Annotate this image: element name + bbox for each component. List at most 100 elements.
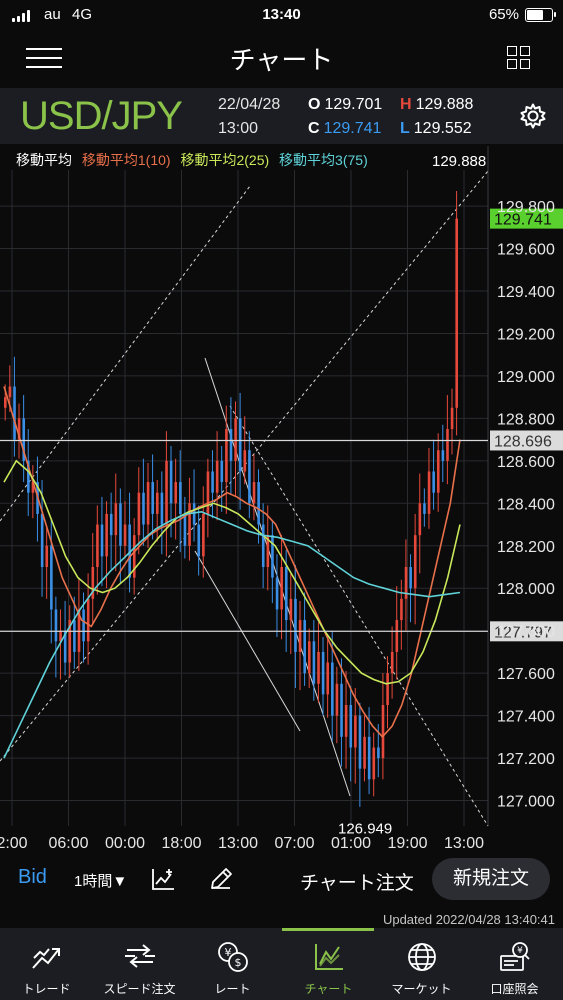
tab-label-trade: トレード xyxy=(22,982,71,996)
candle-body xyxy=(289,598,293,621)
close-price: C 129.741 xyxy=(308,120,381,138)
candle-body xyxy=(450,407,454,430)
tab-rate[interactable]: ¥ $ レート xyxy=(186,928,279,1000)
candle-body xyxy=(109,513,113,536)
x-tick-label: 13:00 xyxy=(444,835,484,852)
candle-body xyxy=(86,598,90,642)
candle-body xyxy=(358,715,362,769)
currency-pair[interactable]: USD/JPY xyxy=(20,94,183,139)
candle-body xyxy=(257,482,260,525)
bid-toggle[interactable]: Bid xyxy=(18,866,47,889)
tab-speed-order[interactable]: スピード注文 xyxy=(93,928,186,1000)
grid-layout-icon[interactable] xyxy=(507,46,531,70)
candle-body xyxy=(331,662,334,716)
candle-body xyxy=(174,482,178,504)
candle-body xyxy=(165,460,168,525)
chart-canvas[interactable]: 128.696127.797129.741 129.800129.600129.… xyxy=(0,146,563,860)
candle-body xyxy=(344,704,348,737)
tab-label-market: マーケット xyxy=(391,982,452,996)
candle-body xyxy=(423,503,426,514)
low-value: 129.552 xyxy=(413,120,472,137)
price-chart[interactable]: 128.696 127.797 129.741 129.800 129.600 129.… xyxy=(0,146,563,860)
y-tick-label: 128.200 xyxy=(497,539,555,556)
candle-body xyxy=(418,503,422,536)
high-price: H 129.888 xyxy=(400,96,473,114)
candle-body xyxy=(179,482,182,514)
svg-text:$: $ xyxy=(235,956,242,969)
y-tick-label: 127.000 xyxy=(497,794,555,811)
indicator-add-icon[interactable] xyxy=(150,866,176,892)
candle-body xyxy=(308,641,311,674)
candle-body xyxy=(284,566,288,621)
status-clock: 13:40 xyxy=(262,6,301,23)
candle-body xyxy=(446,429,449,461)
hline-price-label: 128.696 xyxy=(494,433,552,450)
ma-legend-title: 移動平均 xyxy=(16,152,72,168)
candle-body xyxy=(381,704,385,759)
ma2-legend: 移動平均2(25) xyxy=(180,152,270,168)
candle-body xyxy=(54,609,58,642)
candle-body xyxy=(400,598,403,621)
candle-body xyxy=(436,450,440,493)
candle-body xyxy=(197,524,201,557)
y-tick-label: 129.600 xyxy=(497,242,555,259)
candle-body xyxy=(234,418,237,461)
candle-body xyxy=(4,397,7,408)
x-tick-label: 19:00 xyxy=(387,835,427,852)
candle-body xyxy=(386,673,389,705)
candle-body xyxy=(455,218,458,408)
new-order-button[interactable]: 新規注文 xyxy=(432,858,550,900)
candle-body xyxy=(82,609,85,642)
tab-market[interactable]: マーケット xyxy=(375,928,468,1000)
candle-body xyxy=(100,524,104,557)
globe-icon xyxy=(408,943,436,971)
candle-body xyxy=(169,460,173,504)
candle-body xyxy=(13,386,16,440)
chart-order-button[interactable]: チャート注文 xyxy=(300,868,414,895)
candle-body xyxy=(206,471,210,514)
candle-body xyxy=(340,683,343,737)
y-tick-label: 129.200 xyxy=(497,326,555,343)
candle-body xyxy=(427,471,431,514)
trade-chart-icon xyxy=(32,948,60,969)
status-bar: au 4G 13:40 65% xyxy=(0,0,563,30)
y-tick-label: 129.000 xyxy=(497,369,555,386)
high-value: 129.888 xyxy=(415,96,474,113)
gear-icon[interactable] xyxy=(519,102,547,130)
candle-body xyxy=(317,651,320,684)
y-tick-label: 127.200 xyxy=(497,751,555,768)
y-tick-label: 127.400 xyxy=(497,709,555,726)
moving-average-legend[interactable]: 移動平均 移動平均1(10) 移動平均2(25) 移動平均3(75) xyxy=(16,150,374,170)
open-value: 129.701 xyxy=(324,96,383,113)
candle-body xyxy=(303,620,306,674)
candle-body xyxy=(354,715,357,748)
candle-body xyxy=(377,747,380,759)
y-tick-label: 127.600 xyxy=(497,666,555,683)
candle-body xyxy=(119,503,122,546)
candle-body xyxy=(252,482,256,504)
page-title: チャート xyxy=(229,45,334,75)
timeframe-select[interactable]: 1時間▼ xyxy=(74,870,127,891)
candle-body xyxy=(142,492,145,525)
tab-chart[interactable]: チャート xyxy=(282,928,375,1000)
candle-body xyxy=(363,736,366,769)
tab-trade[interactable]: トレード xyxy=(0,928,93,1000)
x-tick-label: 01:00 xyxy=(331,835,371,852)
tab-account[interactable]: ¥ 口座照会 xyxy=(468,928,561,1000)
x-tick-label: 13:00 xyxy=(218,835,258,852)
candle-body xyxy=(220,460,224,483)
x-tick-label: 2:00 xyxy=(0,835,28,852)
y-tick-label: 129.800 xyxy=(497,199,555,216)
y-tick-label: 128.800 xyxy=(497,411,555,428)
tab-bar: トレード スピード注文 ¥ $ レート チャート マーケット ¥ 口座照会 xyxy=(0,928,563,1000)
candle-body xyxy=(50,545,53,610)
pencil-icon[interactable] xyxy=(208,866,234,892)
candle-body xyxy=(211,471,214,493)
candle-body xyxy=(215,460,219,493)
chart-icon xyxy=(315,944,343,970)
candle-body xyxy=(326,662,330,695)
candle-body xyxy=(238,418,242,472)
candle-body xyxy=(137,492,141,536)
candle-body xyxy=(188,503,191,546)
candle-body xyxy=(123,524,127,546)
